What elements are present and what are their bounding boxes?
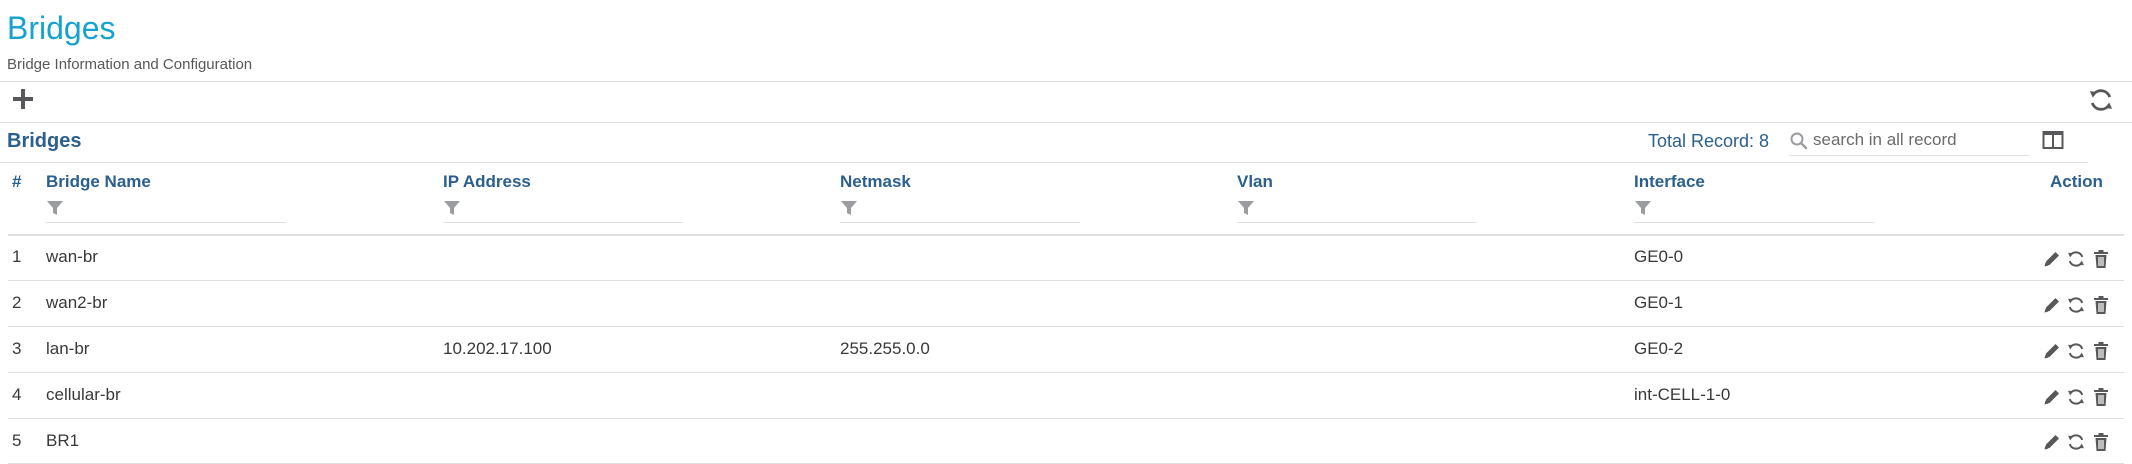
divider — [0, 122, 2132, 123]
edit-icon[interactable] — [2042, 341, 2062, 361]
interface-cell: int-CELL-1-0 — [1634, 385, 1731, 404]
interface-cell: GE0-0 — [1634, 247, 1684, 266]
edit-icon[interactable] — [2042, 432, 2062, 452]
delete-icon[interactable] — [2091, 341, 2111, 361]
refresh-icon — [2089, 89, 2113, 111]
reset-icon[interactable] — [2066, 249, 2086, 269]
reset-icon[interactable] — [2066, 387, 2086, 407]
page-subtitle: Bridge Information and Configuration — [7, 56, 253, 73]
filter-bridge-name[interactable] — [46, 196, 286, 223]
column-header-index: # — [12, 172, 22, 191]
column-header-ip-address[interactable]: IP Address — [443, 171, 531, 193]
filter-icon — [1635, 201, 1651, 215]
plus-icon — [13, 89, 33, 109]
refresh-button[interactable] — [2087, 86, 2115, 114]
table-title: Bridges — [7, 130, 82, 152]
filter-vlan[interactable] — [1237, 196, 1477, 223]
row-index: 3 — [12, 339, 22, 358]
add-bridge-button[interactable] — [10, 86, 36, 112]
interface-cell: GE0-2 — [1634, 339, 1684, 358]
row-index: 5 — [12, 431, 22, 450]
column-header-action: Action — [2050, 172, 2103, 191]
filter-icon — [444, 201, 460, 215]
row-index: 2 — [12, 293, 22, 312]
delete-icon[interactable] — [2091, 295, 2111, 315]
bridge-name-cell: wan2-br — [46, 293, 108, 312]
total-record-count: Total Record: 8 — [1647, 131, 1769, 151]
divider — [0, 162, 2088, 163]
row-divider — [8, 418, 2124, 419]
column-header-interface[interactable]: Interface — [1634, 171, 1705, 193]
filter-netmask[interactable] — [840, 196, 1080, 223]
reset-icon[interactable] — [2066, 295, 2086, 315]
filter-interface[interactable] — [1634, 196, 1874, 223]
filter-icon — [47, 201, 63, 215]
delete-icon[interactable] — [2091, 249, 2111, 269]
column-header-bridge-name[interactable]: Bridge Name — [46, 171, 151, 193]
divider — [0, 81, 2132, 82]
search-input[interactable] — [1813, 128, 2023, 152]
search-box — [1789, 126, 2029, 156]
bridge-name-cell: lan-br — [46, 339, 90, 358]
netmask-cell: 255.255.0.0 — [840, 339, 930, 358]
row-index: 4 — [12, 385, 22, 404]
filter-ip-address[interactable] — [443, 196, 683, 223]
column-header-netmask[interactable]: Netmask — [840, 171, 911, 193]
header-divider — [8, 234, 2124, 236]
edit-icon[interactable] — [2042, 295, 2062, 315]
row-divider — [8, 326, 2124, 327]
column-header-vlan[interactable]: Vlan — [1237, 171, 1273, 193]
columns-icon — [2042, 131, 2064, 149]
filter-icon — [1238, 201, 1254, 215]
edit-icon[interactable] — [2042, 387, 2062, 407]
page-title: Bridges — [7, 10, 116, 46]
row-divider — [8, 280, 2124, 281]
reset-icon[interactable] — [2066, 432, 2086, 452]
bridge-name-cell: BR1 — [46, 431, 80, 450]
row-index: 1 — [12, 247, 22, 266]
delete-icon[interactable] — [2091, 387, 2111, 407]
search-icon — [1790, 132, 1808, 150]
filter-icon — [841, 201, 857, 215]
row-divider — [8, 372, 2124, 373]
bridge-name-cell: wan-br — [46, 247, 98, 266]
reset-icon[interactable] — [2066, 341, 2086, 361]
interface-cell: GE0-1 — [1634, 293, 1684, 312]
column-settings-button[interactable] — [2042, 130, 2064, 150]
delete-icon[interactable] — [2091, 432, 2111, 452]
edit-icon[interactable] — [2042, 249, 2062, 269]
bridge-name-cell: cellular-br — [46, 385, 121, 404]
ip-address-cell: 10.202.17.100 — [443, 339, 552, 358]
